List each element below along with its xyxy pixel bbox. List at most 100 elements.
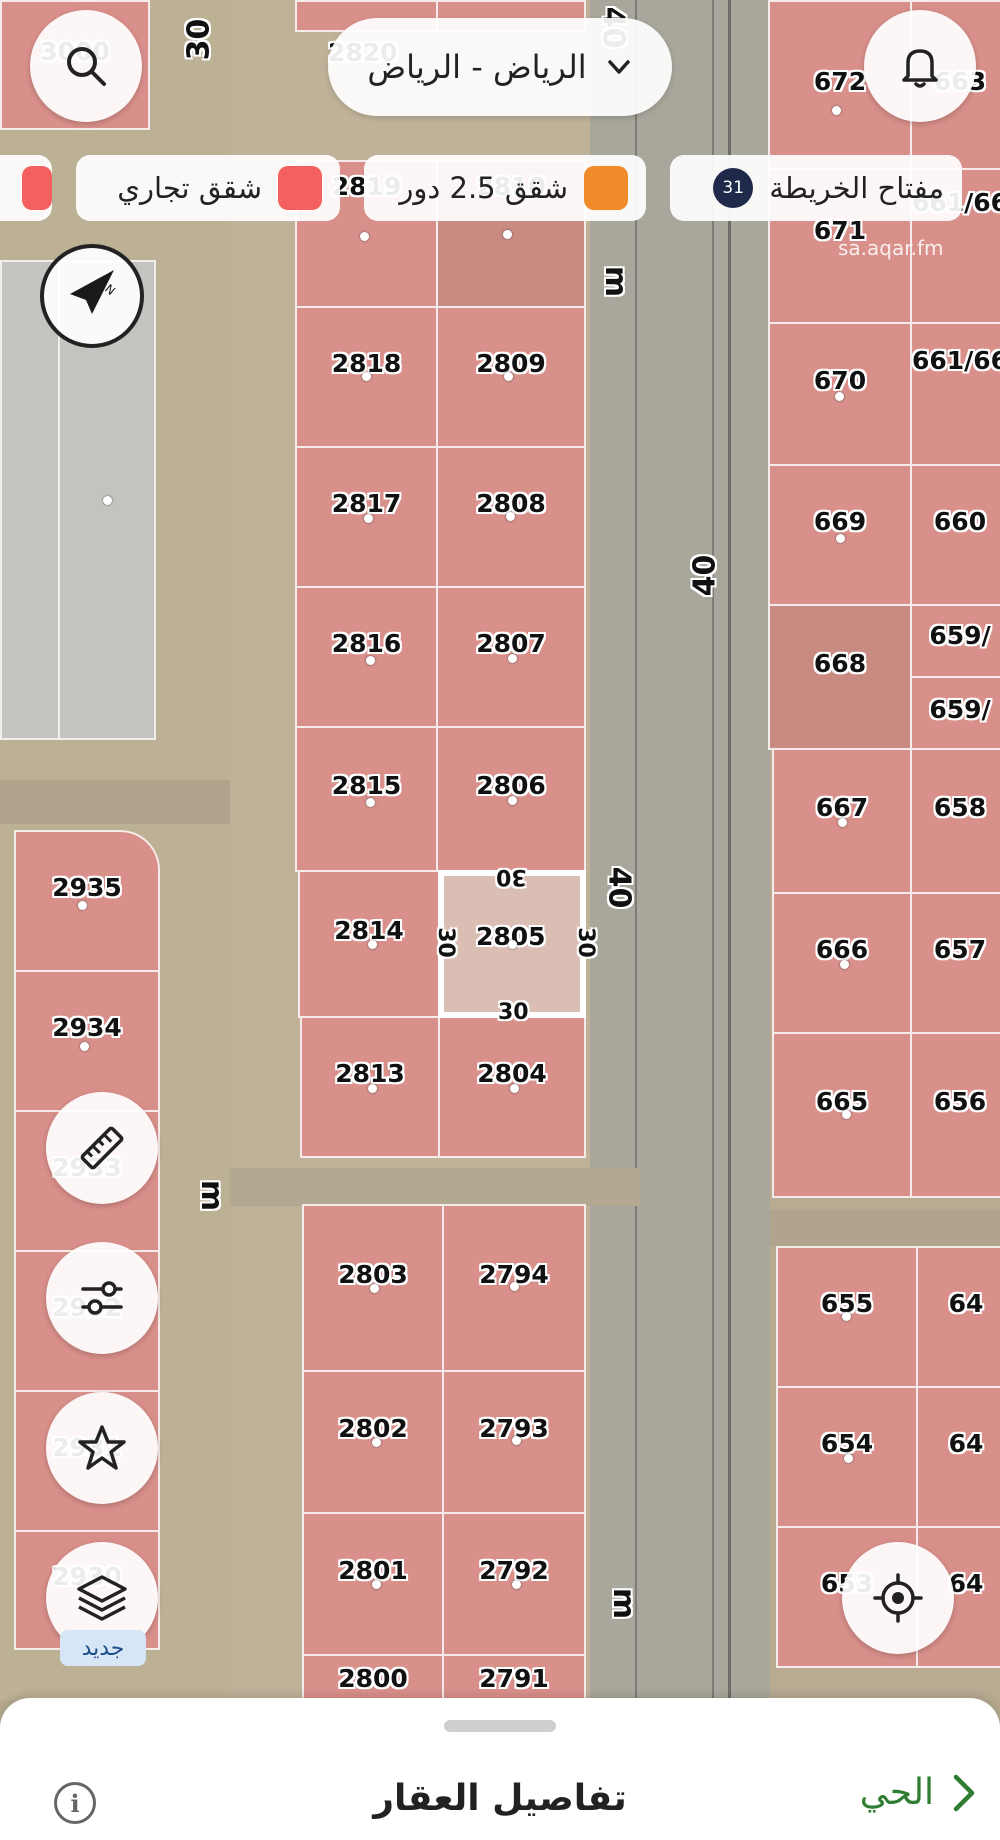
plot-dot xyxy=(80,1042,89,1051)
plot[interactable]: 2791 xyxy=(442,1654,586,1700)
highway-lane-line xyxy=(712,0,714,1700)
plot-dot xyxy=(510,1084,519,1093)
chevron-down-icon xyxy=(607,60,630,74)
plot-dot xyxy=(364,514,373,523)
plot-dot xyxy=(836,534,845,543)
plot-dot xyxy=(504,372,513,381)
plot[interactable]: 64 xyxy=(916,1246,1000,1388)
plot-number: 2791 xyxy=(479,1663,549,1693)
measure-button[interactable] xyxy=(46,1092,158,1204)
compass-button[interactable]: N xyxy=(40,244,144,348)
city-selector[interactable]: الرياض - الرياض xyxy=(328,18,672,116)
plot[interactable]: 657 xyxy=(910,892,1000,1034)
plot[interactable]: 64 xyxy=(916,1386,1000,1528)
legend-swatch xyxy=(22,166,52,210)
compass-icon: N xyxy=(70,270,118,314)
legend-swatch xyxy=(584,166,628,210)
filter-button[interactable] xyxy=(46,1242,158,1354)
plot-dot xyxy=(832,106,841,115)
plot-number: 661/66 xyxy=(911,345,1000,375)
plot-number: 2804 xyxy=(477,1058,547,1088)
plot-number: 2813 xyxy=(335,1058,405,1088)
plot-dot xyxy=(78,901,87,910)
plot-number: 64 xyxy=(948,1428,984,1458)
plot-gray[interactable] xyxy=(0,260,60,740)
road-horizontal xyxy=(770,1210,1000,1246)
plot[interactable]: 661/66 xyxy=(910,322,1000,466)
plot-number: 2815 xyxy=(331,770,402,800)
plot-number: 2934 xyxy=(52,1012,122,1042)
street-width-label: m xyxy=(598,265,634,298)
legend-item[interactable] xyxy=(0,155,52,221)
plot-dot xyxy=(362,372,371,381)
plot-dot xyxy=(835,392,844,401)
search-button[interactable] xyxy=(30,10,142,122)
plot-dot xyxy=(838,818,847,827)
dimension-bottom: 30 xyxy=(498,1000,529,1025)
plot-number: 660 xyxy=(933,506,987,536)
my-location-button[interactable] xyxy=(842,1542,954,1654)
dimension-top: 30 xyxy=(496,864,527,889)
highway-lane-line xyxy=(728,0,731,1700)
map-key-button[interactable]: مفتاح الخريطة 31 xyxy=(670,155,962,221)
plot[interactable]: 658 xyxy=(910,748,1000,894)
legend-swatch xyxy=(278,166,322,210)
plot[interactable]: 660 xyxy=(910,464,1000,606)
plot[interactable]: 668 xyxy=(768,604,912,750)
plot-dot xyxy=(103,496,112,505)
plot-dot xyxy=(368,1084,377,1093)
plot-dot xyxy=(366,798,375,807)
plot-number: 659/ xyxy=(929,694,991,724)
crosshair-icon xyxy=(873,1573,923,1623)
search-icon xyxy=(67,47,106,86)
dimension-left: 30 xyxy=(432,927,458,958)
plot-number: 64 xyxy=(948,1288,984,1318)
sheet-title: تفاصيل العقار xyxy=(373,1778,627,1819)
plot-number: 669 xyxy=(813,506,867,536)
notifications-button[interactable] xyxy=(864,10,976,122)
plot-number: 670 xyxy=(813,365,867,395)
info-icon[interactable]: i xyxy=(54,1782,96,1824)
plot-dot xyxy=(844,1454,853,1463)
plot-dot xyxy=(508,796,517,805)
legend-item[interactable]: شقق 2.5 دور xyxy=(364,155,646,221)
legend-label: شقق 2.5 دور xyxy=(399,171,568,205)
plot-dot xyxy=(512,1580,521,1589)
property-details-sheet[interactable]: i تفاصيل العقار الحي xyxy=(0,1698,1000,1840)
plot[interactable]: 2935 xyxy=(14,830,160,972)
plot-dot xyxy=(372,1580,381,1589)
star-icon xyxy=(78,1425,126,1470)
highway xyxy=(590,0,770,1700)
dimension-right: 30 xyxy=(572,927,598,958)
plot-dot xyxy=(840,960,849,969)
plot-dot xyxy=(508,940,517,949)
legend-item[interactable]: شقق تجاري xyxy=(76,155,340,221)
plot-dot xyxy=(506,512,515,521)
app-root: 3000 2935 2934 2933 2932 2931 2930 2820 … xyxy=(0,0,1000,1840)
plot-dot xyxy=(366,656,375,665)
district-link[interactable]: الحي xyxy=(860,1772,978,1813)
plot-dot xyxy=(512,1436,521,1445)
sheet-drag-handle[interactable] xyxy=(444,1720,556,1732)
plot-number: 2800 xyxy=(338,1663,408,1693)
district-label: الحي xyxy=(859,1772,934,1813)
map-key-label: مفتاح الخريطة xyxy=(769,171,944,205)
plot-number: 2816 xyxy=(331,628,402,658)
plot[interactable]: 2800 xyxy=(302,1654,444,1700)
street-width-label: 40 xyxy=(601,866,637,909)
sliders-icon xyxy=(81,1281,123,1315)
plot-dot xyxy=(368,940,377,949)
plot[interactable]: 2934 xyxy=(14,970,160,1112)
plot-number: 2935 xyxy=(52,872,122,902)
plot[interactable]: 656 xyxy=(910,1032,1000,1198)
map-key-count-badge: 31 xyxy=(713,168,754,208)
plot[interactable]: 659/ xyxy=(910,676,1000,750)
road-horizontal xyxy=(0,780,230,824)
layers-icon xyxy=(77,1575,127,1621)
favorites-button[interactable] xyxy=(46,1392,158,1504)
plot-number: 656 xyxy=(933,1086,987,1116)
street-width-label: 40 xyxy=(687,554,723,597)
plot-number: 657 xyxy=(933,934,987,964)
city-label: الرياض - الرياض xyxy=(367,48,587,86)
plot[interactable]: 659/ xyxy=(910,604,1000,678)
